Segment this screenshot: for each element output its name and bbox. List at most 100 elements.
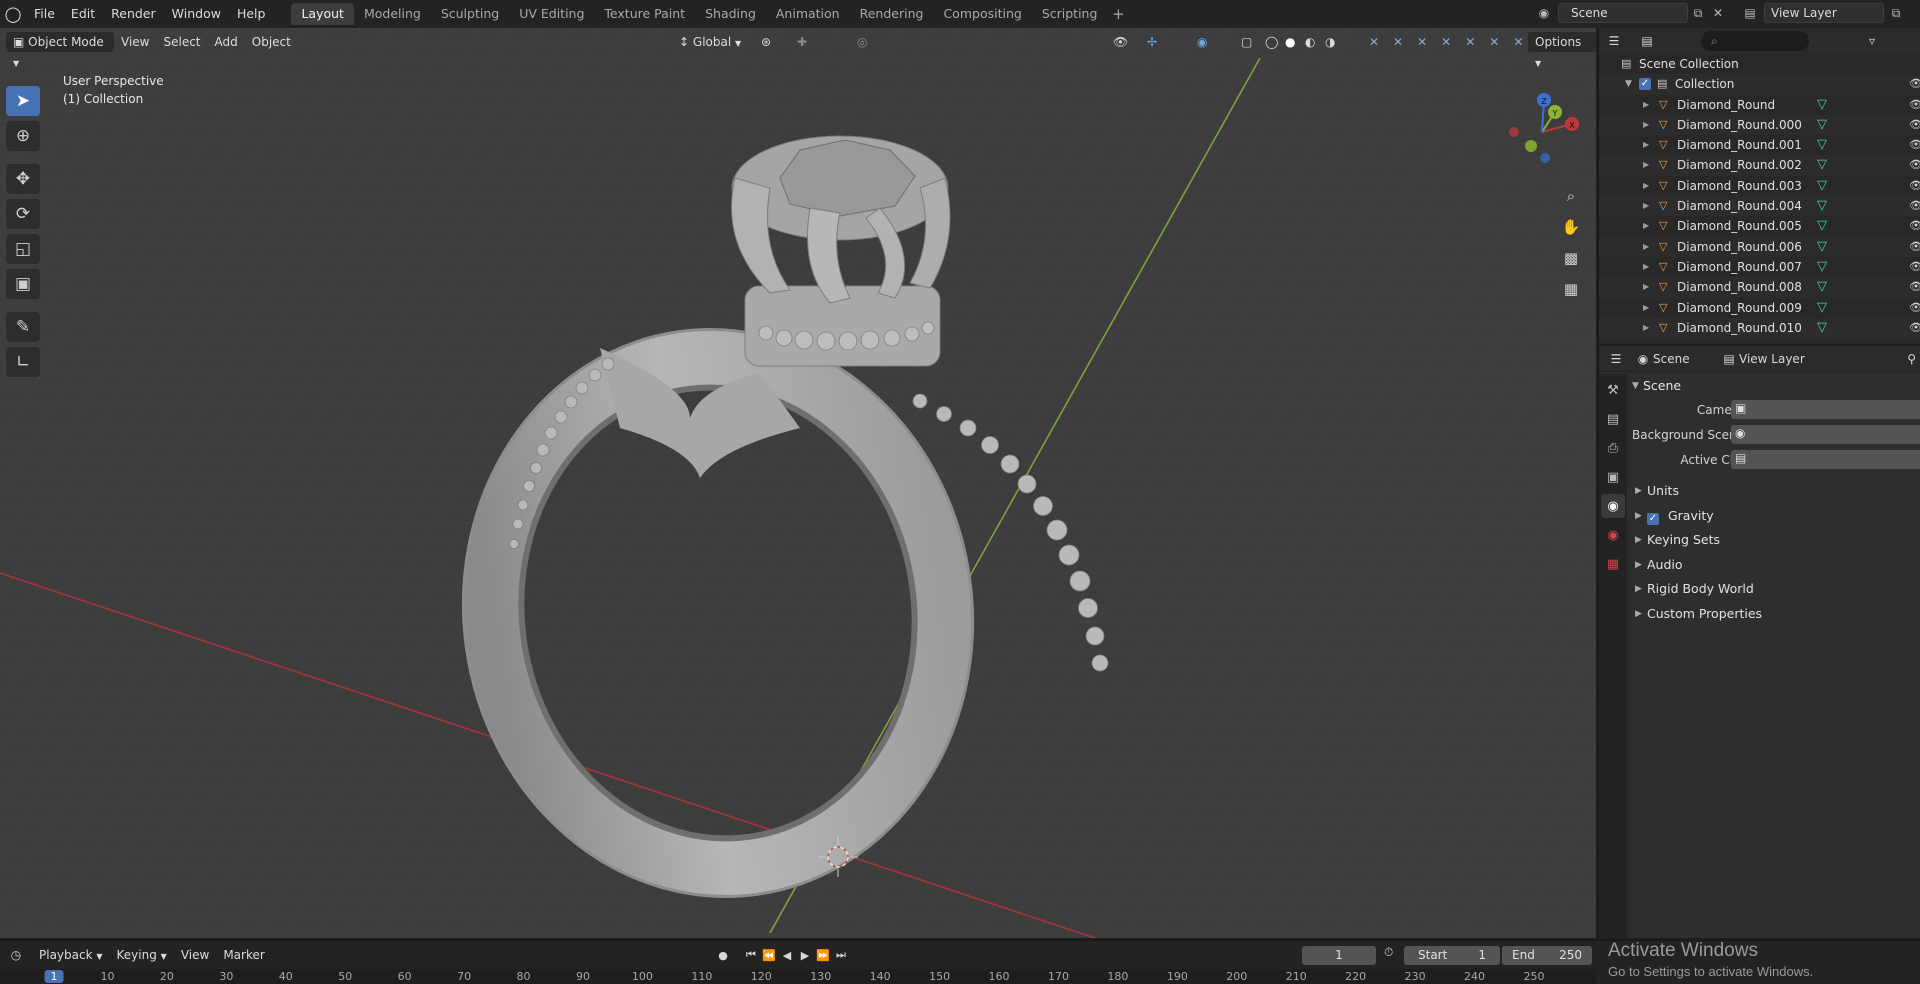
eye-icon[interactable]: 👁	[1909, 237, 1920, 257]
outliner-object-row[interactable]: ▶ ▽ Diamond_Round.009 ▽ 👁	[1599, 298, 1920, 318]
mesh-data-icon[interactable]: ▽	[1817, 300, 1827, 316]
viewport-menu-view[interactable]: View	[114, 32, 156, 52]
expand-arrow-icon[interactable]: ▶	[1643, 155, 1649, 175]
pivot-icon[interactable]: ⊛	[754, 32, 778, 52]
mesh-data-icon[interactable]: ▽	[1817, 198, 1827, 214]
header-toggle-icons[interactable]: ✕✕✕✕✕✕✕	[1362, 32, 1544, 52]
frame-ruler[interactable]: 1 10 20 30 40 50 60 70 80 90 100 110 120 130 140 150 160…	[0, 969, 1596, 984]
overlay-toggle-icon[interactable]: ◉	[1190, 32, 1214, 52]
outliner-search-input[interactable]: ⌕	[1701, 31, 1809, 51]
scene-selector[interactable]: Scene	[1558, 3, 1688, 23]
view-layer-type-icon[interactable]: ▤	[1740, 3, 1760, 23]
measure-tool-icon[interactable]: ∟	[6, 347, 40, 377]
playback-menu[interactable]: Playback ▼	[32, 945, 110, 965]
texture-tab-icon[interactable]: ▦	[1601, 552, 1625, 576]
outliner-object-row[interactable]: ▶ ▽ Diamond_Round.006 ▽ 👁	[1599, 236, 1920, 257]
mesh-data-icon[interactable]: ▽	[1817, 157, 1827, 173]
eye-icon[interactable]: 👁	[1909, 216, 1920, 236]
play-icon[interactable]: ▶	[796, 946, 814, 964]
play-reverse-icon[interactable]: ◀	[778, 946, 796, 964]
options-button[interactable]: Options ▼	[1528, 32, 1596, 68]
xray-toggle-icon[interactable]: ▢	[1234, 32, 1259, 52]
outliner-object-row[interactable]: ▶ ▽ Diamond_Round.004 ▽ 👁	[1599, 196, 1920, 217]
active-clip-field[interactable]: ▤	[1731, 450, 1920, 469]
breadcrumb-scene[interactable]: Scene	[1653, 352, 1719, 366]
jump-end-icon[interactable]: ⏭	[832, 946, 850, 964]
eye-icon[interactable]: 👁	[1909, 318, 1920, 338]
visibility-icon[interactable]: 👁	[1106, 32, 1135, 52]
expand-arrow-icon[interactable]: ▶	[1643, 237, 1649, 257]
tab-compositing[interactable]: Compositing	[933, 3, 1031, 25]
tab-sculpting[interactable]: Sculpting	[431, 3, 509, 25]
eye-icon[interactable]: 👁	[1909, 95, 1920, 115]
snap-icon[interactable]: ✚	[790, 32, 814, 52]
filter-icon[interactable]: ▿	[1869, 34, 1875, 48]
mesh-data-icon[interactable]: ▽	[1817, 218, 1827, 234]
annotate-tool-icon[interactable]: ✎	[6, 312, 40, 342]
expand-arrow-icon[interactable]: ▶	[1643, 298, 1649, 318]
menu-window[interactable]: Window	[164, 3, 229, 25]
outliner-object-row[interactable]: ▶ ▽ Diamond_Round.001 ▽ 👁	[1599, 135, 1920, 155]
expand-arrow-icon[interactable]: ▶	[1643, 216, 1649, 236]
stopwatch-icon[interactable]: ⏱	[1384, 945, 1393, 960]
background-scene-field[interactable]: ◉	[1731, 425, 1920, 444]
render-tab-icon[interactable]: ▤	[1601, 407, 1625, 431]
outliner-object-row[interactable]: ▶ ▽ Diamond_Round.007 ▽ 👁	[1599, 257, 1920, 277]
viewport-menu-add[interactable]: Add	[208, 32, 245, 52]
expand-arrow-icon[interactable]: ▶	[1643, 115, 1649, 135]
prev-keyframe-icon[interactable]: ⏪	[760, 946, 778, 964]
custom-properties-panel-header[interactable]: ▶ Custom Properties	[1627, 602, 1920, 627]
tab-scripting[interactable]: Scripting	[1032, 3, 1108, 25]
proportional-edit-icon[interactable]: ◎	[850, 32, 874, 52]
scene-type-icon[interactable]: ◉	[1534, 3, 1554, 23]
pan-hand-icon[interactable]: ✋	[1558, 214, 1584, 240]
pin-icon[interactable]: ⚲	[1907, 352, 1916, 366]
menu-render[interactable]: Render	[103, 3, 164, 25]
eye-icon[interactable]: 👁	[1909, 196, 1920, 216]
expand-arrow-icon[interactable]: ▶	[1643, 176, 1649, 196]
mesh-data-icon[interactable]: ▽	[1817, 320, 1827, 336]
eye-icon[interactable]: 👁	[1909, 277, 1920, 297]
mesh-data-icon[interactable]: ▽	[1817, 97, 1827, 113]
world-tab-icon[interactable]: ◉	[1601, 523, 1625, 547]
view-layer-selector[interactable]: View Layer	[1764, 3, 1884, 23]
editor-type-icon[interactable]: ☰	[1599, 34, 1629, 48]
mesh-data-icon[interactable]: ▽	[1817, 279, 1827, 295]
delete-scene-icon[interactable]: ✕	[1708, 3, 1728, 23]
end-frame-field[interactable]: End 250	[1502, 946, 1592, 965]
perspective-grid-icon[interactable]: ▦	[1558, 276, 1584, 302]
audio-panel-header[interactable]: ▶ Audio	[1627, 553, 1920, 578]
outliner-object-row[interactable]: ▶ ▽ Diamond_Round.003 ▽ 👁	[1599, 176, 1920, 196]
editor-type-icon[interactable]: ☰	[1599, 352, 1633, 366]
tab-layout[interactable]: Layout	[291, 3, 354, 25]
scene-collection-row[interactable]: ▤ Scene Collection	[1599, 54, 1920, 74]
mesh-data-icon[interactable]: ▽	[1817, 239, 1827, 255]
eye-icon[interactable]: 👁	[1909, 257, 1920, 277]
expand-arrow-icon[interactable]: ▼	[1625, 74, 1632, 94]
start-frame-field[interactable]: Start 1	[1404, 946, 1500, 965]
cursor-tool-icon[interactable]: ⊕	[6, 121, 40, 151]
outliner-object-row[interactable]: ▶ ▽ Diamond_Round ▽ 👁	[1599, 95, 1920, 115]
viewport-menu-object[interactable]: Object	[245, 32, 298, 52]
marker-menu[interactable]: Marker	[216, 945, 271, 965]
expand-arrow-icon[interactable]: ▶	[1643, 318, 1649, 338]
view-layer-tab-icon[interactable]: ▣	[1601, 465, 1625, 489]
camera-view-icon[interactable]: ▩	[1558, 245, 1584, 271]
mode-selector[interactable]: ▣ Object Mode ▼	[6, 32, 114, 68]
3d-viewport[interactable]: ▣ Object Mode ▼ View Select Add Object ↕…	[0, 28, 1596, 938]
outliner-object-row[interactable]: ▶ ▽ Diamond_Round.000 ▽ 👁	[1599, 114, 1920, 136]
expand-arrow-icon[interactable]: ▶	[1643, 196, 1649, 216]
eye-icon[interactable]: 👁	[1909, 298, 1920, 318]
tool-tab-icon[interactable]: ⚒	[1601, 378, 1625, 402]
rigid-body-world-panel-header[interactable]: ▶ Rigid Body World	[1627, 577, 1920, 602]
transform-orientation-selector[interactable]: ↕ Global ▼	[672, 32, 752, 52]
display-mode-icon[interactable]: ▤	[1629, 34, 1665, 48]
outliner-object-row[interactable]: ▶ ▽ Diamond_Round.010 ▽ 👁	[1599, 317, 1920, 339]
eye-icon[interactable]: 👁	[1909, 155, 1920, 175]
outliner-object-row[interactable]: ▶ ▽ Diamond_Round.008 ▽ 👁	[1599, 277, 1920, 298]
menu-file[interactable]: File	[26, 3, 63, 25]
collection-row[interactable]: ▼ ✓ ▤ Collection 👁	[1599, 74, 1920, 95]
editor-type-icon[interactable]: ◷	[0, 948, 32, 962]
mesh-data-icon[interactable]: ▽	[1817, 259, 1827, 275]
expand-arrow-icon[interactable]: ▶	[1643, 257, 1649, 277]
